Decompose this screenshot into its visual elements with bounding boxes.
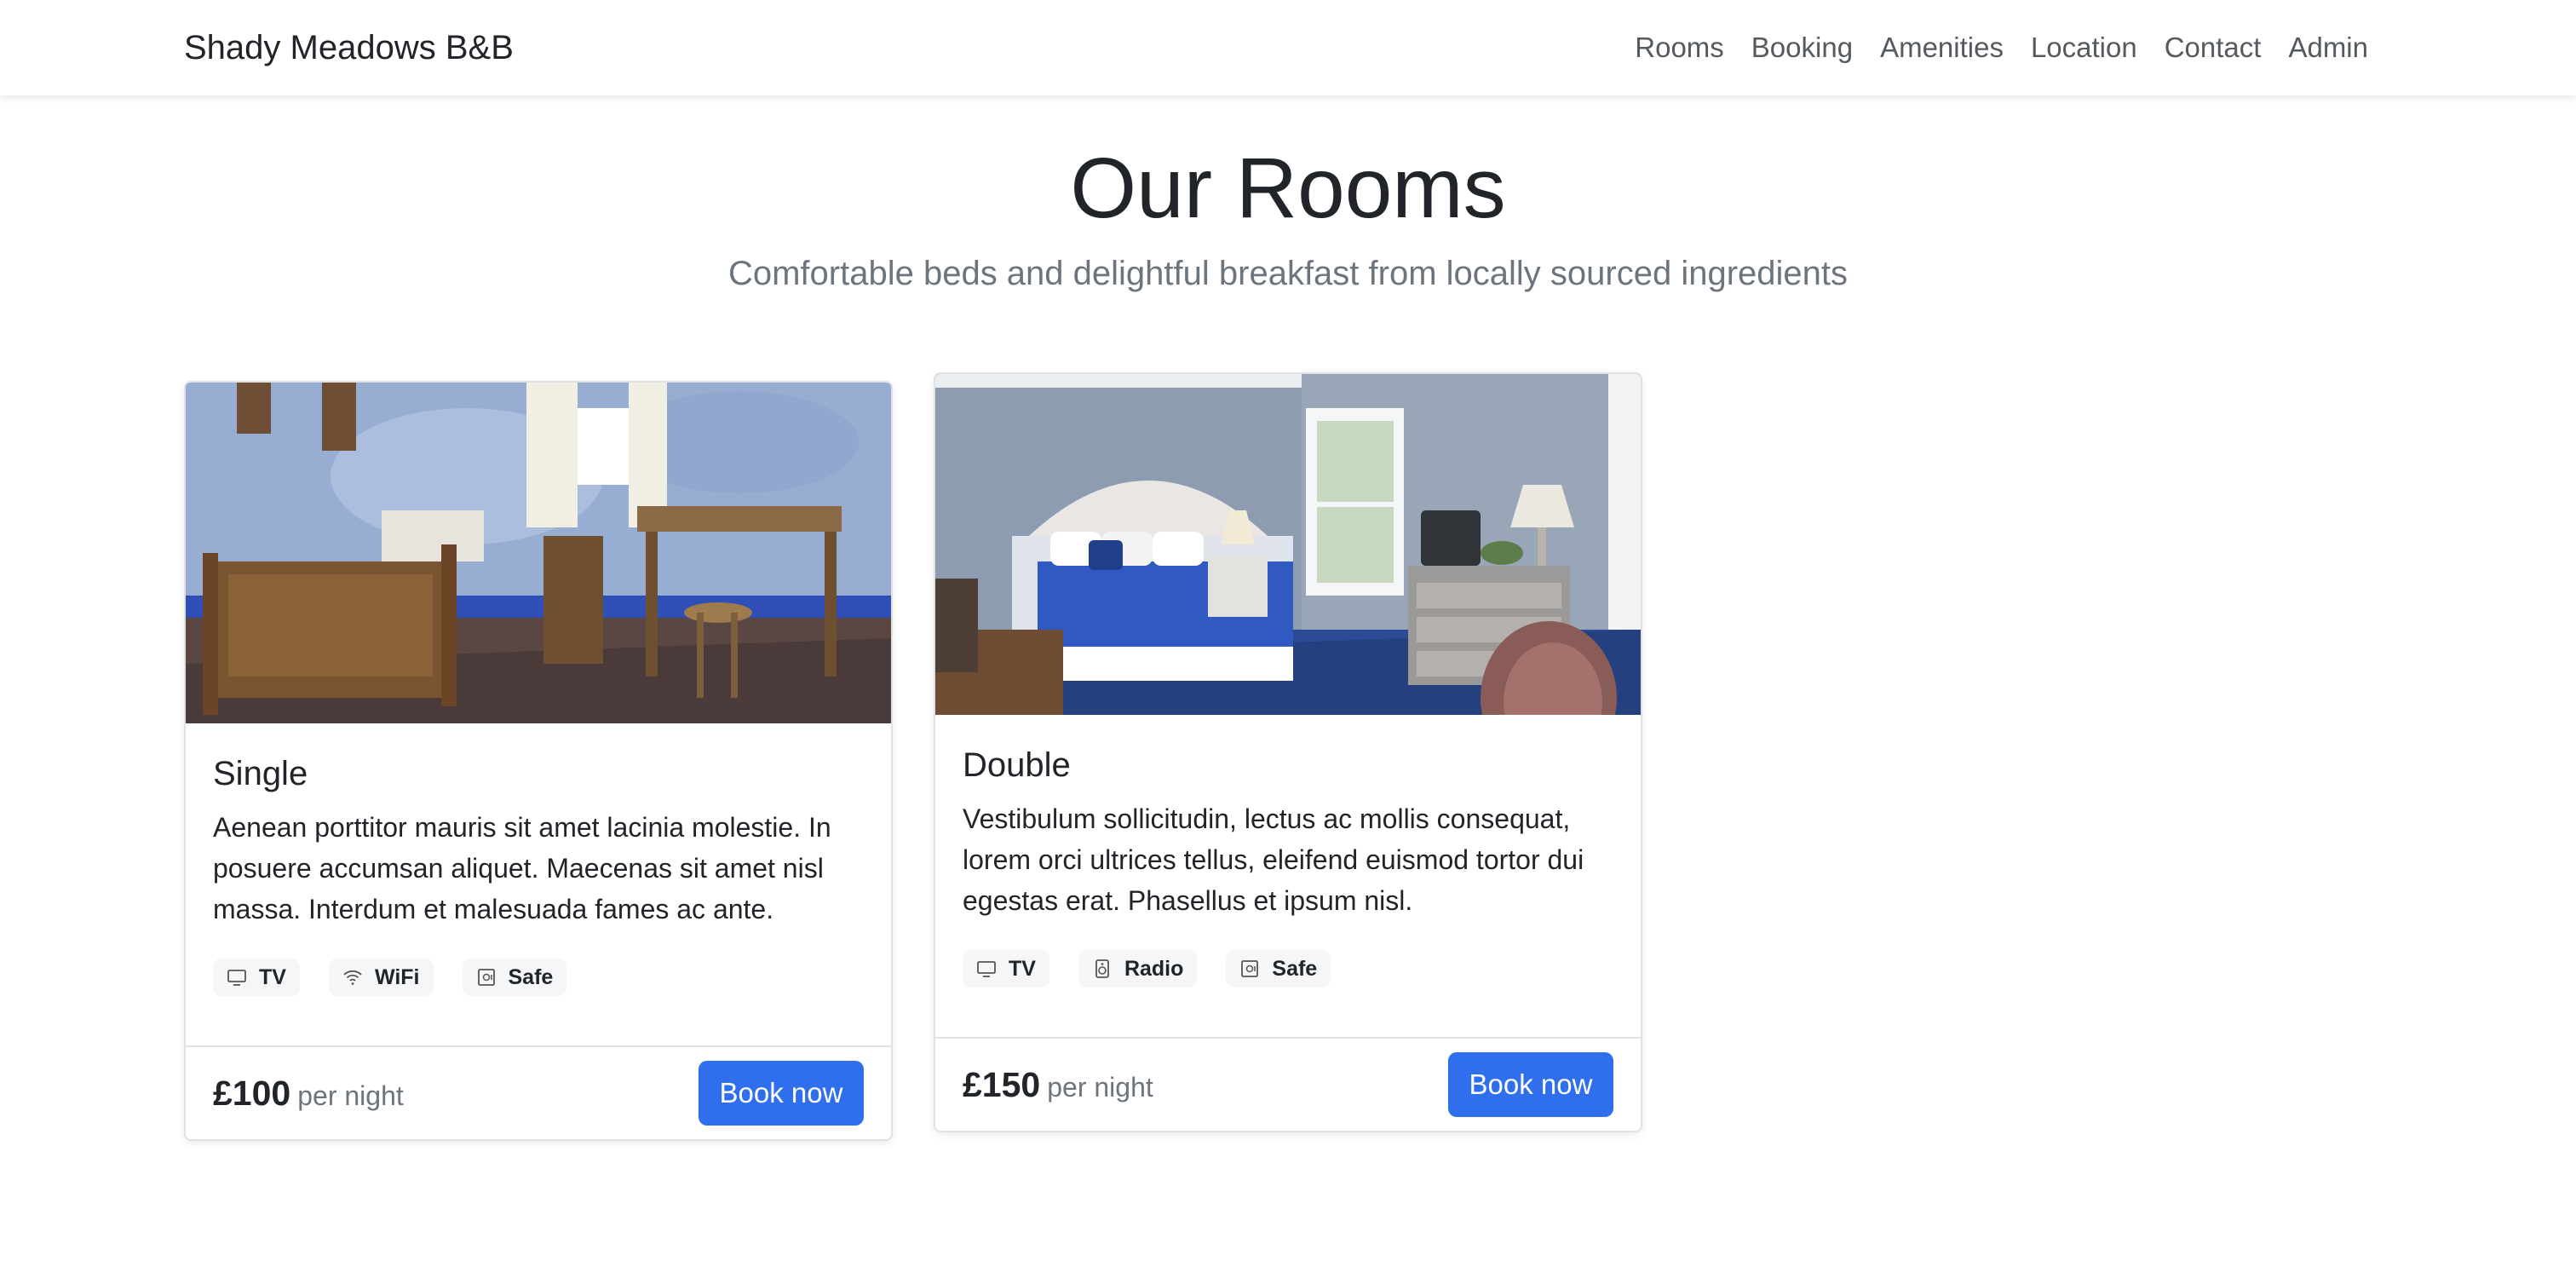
book-now-button-double[interactable]: Book now bbox=[1448, 1052, 1613, 1117]
page-title: Our Rooms bbox=[1070, 141, 1506, 236]
nav-link-amenities[interactable]: Amenities bbox=[1866, 24, 2017, 72]
room-card-single: Single Aenean porttitor mauris sit amet … bbox=[184, 381, 893, 1141]
rooms-header: Our Rooms Comfortable beds and delightfu… bbox=[0, 136, 2576, 297]
nav-link-admin[interactable]: Admin bbox=[2274, 24, 2382, 72]
room-description: Vestibulum sollicitudin, lectus ac molli… bbox=[963, 803, 1584, 916]
room-image-single bbox=[186, 383, 891, 723]
feature-label: TV bbox=[1009, 956, 1036, 981]
room-photo-double bbox=[935, 374, 1641, 715]
price-amount: £100 bbox=[213, 1074, 291, 1113]
card-footer: £150 per night Book now bbox=[935, 1037, 1641, 1131]
room-features: TV WiFi Safe bbox=[213, 959, 864, 999]
nav-link-location[interactable]: Location bbox=[2017, 24, 2151, 72]
room-photo-single bbox=[186, 383, 891, 723]
feature-badge: Safe bbox=[1226, 950, 1331, 987]
price-suffix: per night bbox=[1047, 1072, 1153, 1103]
book-now-button-single[interactable]: Book now bbox=[699, 1061, 864, 1126]
nav-link-rooms[interactable]: Rooms bbox=[1621, 24, 1738, 72]
feature-label: Safe bbox=[508, 964, 554, 989]
feature-label: Safe bbox=[1272, 956, 1318, 981]
room-title: Double bbox=[963, 746, 1071, 784]
card-body: Double Vestibulum sollicitudin, lectus a… bbox=[935, 744, 1641, 991]
room-price: £150 per night bbox=[963, 1061, 1153, 1111]
feature-label: TV bbox=[259, 964, 286, 989]
feature-badge: Safe bbox=[462, 959, 567, 996]
room-features: TV Radio Safe bbox=[963, 950, 1613, 991]
room-image-double bbox=[935, 374, 1641, 715]
tv-icon bbox=[227, 970, 246, 986]
tv-icon bbox=[977, 961, 996, 977]
feature-badge: TV bbox=[213, 959, 300, 996]
price-suffix: per night bbox=[297, 1080, 404, 1111]
page-subtitle: Comfortable beds and delightful breakfas… bbox=[727, 255, 1849, 292]
card-footer: £100 per night Book now bbox=[186, 1045, 891, 1139]
card-body: Single Aenean porttitor mauris sit amet … bbox=[186, 752, 891, 999]
radio-icon bbox=[1095, 959, 1109, 978]
feature-badge: Radio bbox=[1078, 950, 1198, 987]
nav-link-contact[interactable]: Contact bbox=[2151, 24, 2275, 72]
feature-label: WiFi bbox=[374, 964, 420, 989]
wifi-icon bbox=[343, 970, 362, 985]
navbar: Shady Meadows B&B Rooms Booking Amenitie… bbox=[0, 0, 2576, 95]
feature-badge: WiFi bbox=[328, 959, 434, 996]
room-price: £100 per night bbox=[213, 1069, 404, 1120]
room-card-double: Double Vestibulum sollicitudin, lectus a… bbox=[934, 372, 1642, 1132]
price-amount: £150 bbox=[963, 1065, 1041, 1104]
room-description: Aenean porttitor mauris sit amet lacinia… bbox=[213, 812, 831, 924]
brand-link[interactable]: Shady Meadows B&B bbox=[184, 24, 514, 72]
safe-icon bbox=[477, 969, 495, 986]
nav-links: Rooms Booking Amenities Location Contact… bbox=[1621, 24, 2382, 72]
safe-icon bbox=[1241, 960, 1259, 977]
nav-link-booking[interactable]: Booking bbox=[1738, 24, 1866, 72]
room-title: Single bbox=[213, 755, 308, 792]
feature-label: Radio bbox=[1124, 956, 1184, 981]
feature-badge: TV bbox=[963, 950, 1049, 987]
